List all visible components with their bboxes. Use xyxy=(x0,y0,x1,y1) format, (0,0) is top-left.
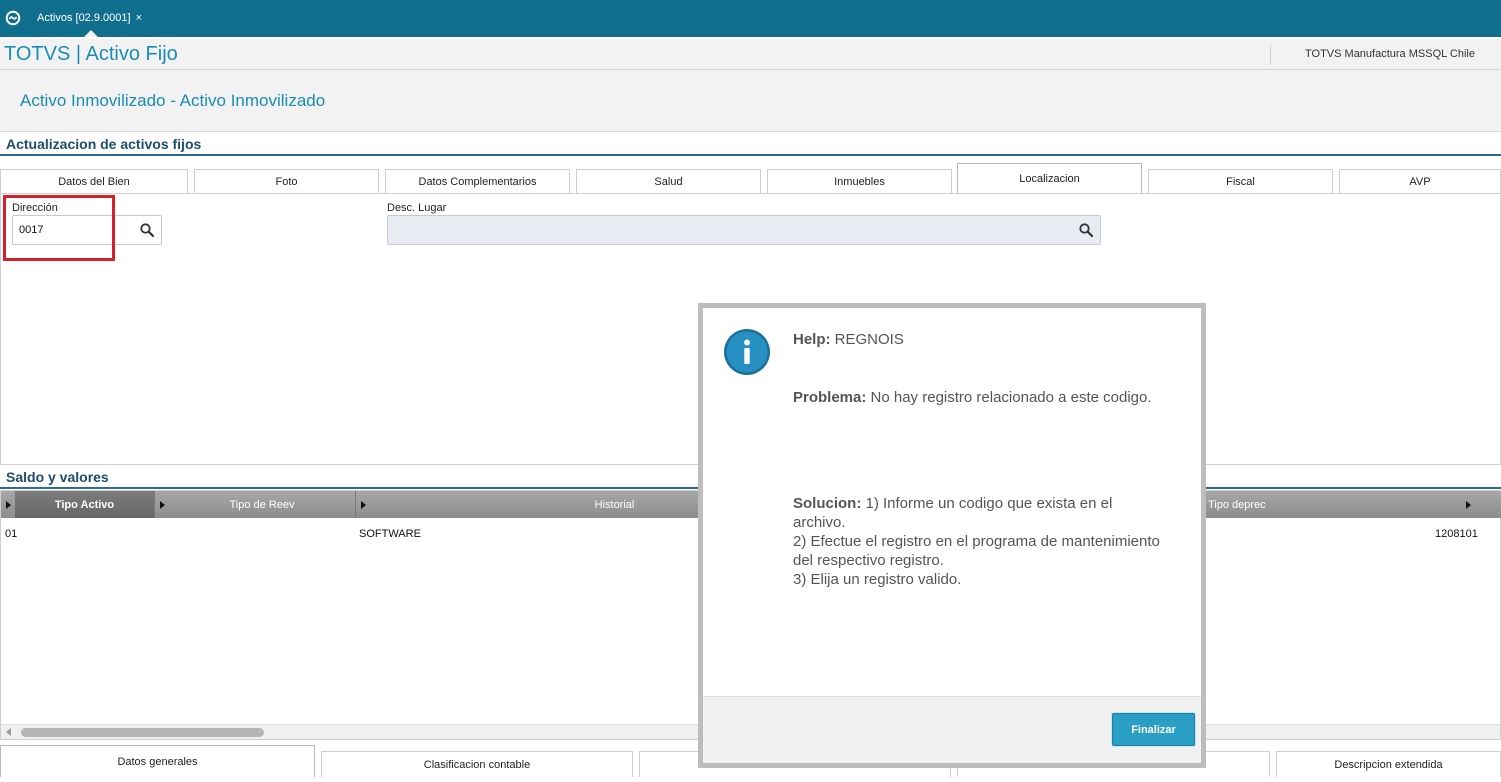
solucion-label: Solucion: xyxy=(793,495,862,512)
solucion-line-3: 2) Efectue el registro en el programa de… xyxy=(793,533,1160,550)
finalizar-button[interactable]: Finalizar xyxy=(1112,713,1195,746)
problema-line: Problema: No hay registro relacionado a … xyxy=(793,388,1152,407)
section-divider xyxy=(0,154,1501,156)
column-tipo-deprec[interactable]: Tipo deprec xyxy=(1206,491,1461,518)
folder-tabs: Datos del Bien Foto Datos Complementario… xyxy=(0,163,1501,194)
cell-last-column[interactable]: 1208101 xyxy=(1435,528,1478,540)
solucion-block: Solucion: 1) Informe un codigo que exist… xyxy=(793,494,1193,589)
solucion-line-1: 1) Informe un codigo que exista en el xyxy=(865,495,1113,512)
dialog-footer: Finalizar xyxy=(703,696,1201,763)
column-tipo-activo[interactable]: Tipo Activo xyxy=(15,491,155,518)
column-arrow-icon[interactable] xyxy=(1461,491,1475,518)
problema-text: No hay registro relacionado a este codig… xyxy=(870,389,1152,406)
solucion-line-5: 3) Elija un registro valido. xyxy=(793,571,962,588)
help-line: Help: REGNOIS xyxy=(793,330,904,349)
totvs-logo-icon xyxy=(5,10,20,25)
search-icon[interactable] xyxy=(139,222,155,238)
tab-activos[interactable]: Activos [02.9.0001] × xyxy=(28,0,148,37)
help-dialog: Help: REGNOIS Problema: No hay registro … xyxy=(698,303,1206,768)
app-header: TOTVS | Activo Fijo TOTVS Manufactura MS… xyxy=(0,39,1501,70)
close-icon[interactable]: × xyxy=(136,12,142,24)
environment-label: TOTVS Manufactura MSSQL Chile xyxy=(1270,45,1475,65)
top-bar: Activos [02.9.0001] × xyxy=(0,0,1501,39)
info-icon xyxy=(724,329,770,375)
tab-descripcion-extendida[interactable]: Descripcion extendida xyxy=(1276,751,1501,777)
tab-datos-del-bien[interactable]: Datos del Bien xyxy=(0,169,188,194)
cell-tipo-activo[interactable]: 01 xyxy=(5,528,17,540)
page-title: Activo Inmovilizado - Activo Inmovilizad… xyxy=(20,91,326,110)
tab-salud[interactable]: Salud xyxy=(576,169,761,194)
highlight-frame xyxy=(3,195,115,261)
help-code: REGNOIS xyxy=(834,331,904,348)
column-arrow-icon[interactable] xyxy=(155,491,169,518)
column-tipo-de-reev[interactable]: Tipo de Reev xyxy=(169,491,356,518)
tab-inmuebles[interactable]: Inmuebles xyxy=(767,169,952,194)
scroll-left-icon[interactable] xyxy=(6,728,11,736)
desc-lugar-input[interactable] xyxy=(387,215,1101,245)
cell-historial[interactable]: SOFTWARE xyxy=(359,528,421,540)
tab-localizacion[interactable]: Localizacion xyxy=(957,163,1142,194)
column-arrow-icon[interactable] xyxy=(1,491,15,518)
page-header: Activo Inmovilizado - Activo Inmovilizad… xyxy=(0,70,1501,132)
scrollbar-thumb[interactable] xyxy=(21,728,264,737)
tab-label: Activos [02.9.0001] xyxy=(37,11,131,24)
tab-clasificacion-contable[interactable]: Clasificacion contable xyxy=(321,751,633,777)
home-button[interactable] xyxy=(0,0,25,35)
tab-fiscal[interactable]: Fiscal xyxy=(1148,169,1333,194)
active-tab-caret xyxy=(84,30,98,37)
search-icon[interactable] xyxy=(1078,222,1094,238)
section-title-actualizacion: Actualizacion de activos fijos xyxy=(6,136,202,152)
problema-label: Problema: xyxy=(793,389,867,406)
section-title-saldo: Saldo y valores xyxy=(6,469,109,485)
desc-lugar-label: Desc. Lugar xyxy=(387,202,447,214)
column-arrow-icon[interactable] xyxy=(356,491,370,518)
tab-foto[interactable]: Foto xyxy=(194,169,379,194)
tab-avp[interactable]: AVP xyxy=(1339,169,1501,194)
tab-datos-complementarios[interactable]: Datos Complementarios xyxy=(385,169,570,194)
app-title: TOTVS | Activo Fijo xyxy=(4,43,178,65)
solucion-line-4: del respectivo registro. xyxy=(793,552,944,569)
tab-datos-generales[interactable]: Datos generales xyxy=(0,745,315,777)
solucion-line-2: archivo. xyxy=(793,514,846,531)
help-label: Help: xyxy=(793,331,831,348)
